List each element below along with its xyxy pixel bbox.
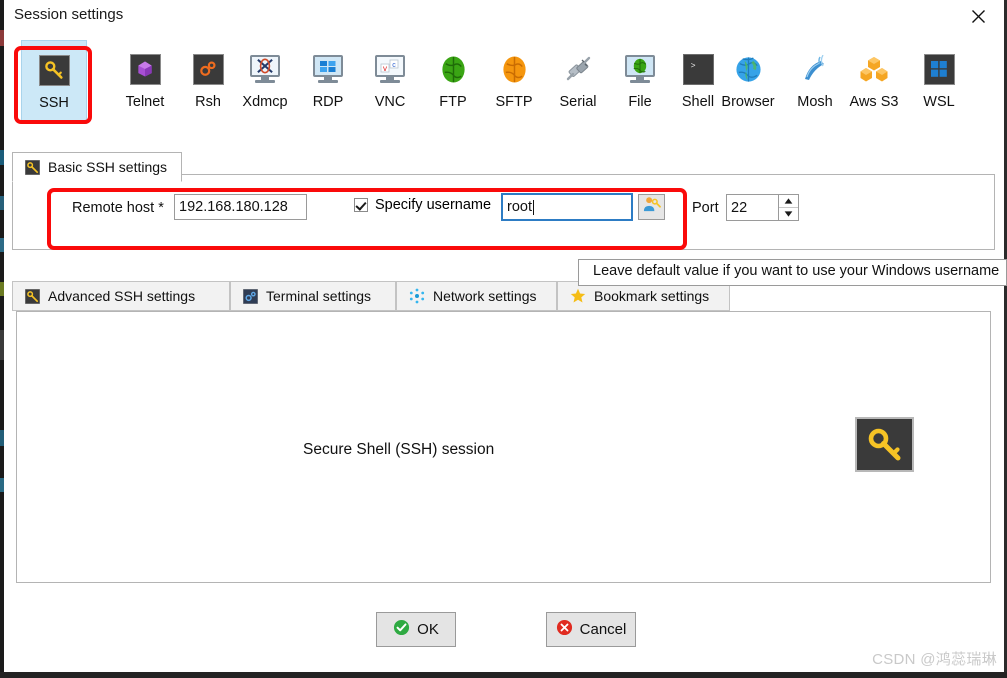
port-input[interactable]: 22: [726, 194, 799, 221]
specify-username-label: Specify username: [375, 197, 492, 213]
protocol-vnc[interactable]: v c VNC: [357, 40, 423, 124]
protocol-browser[interactable]: Browser: [715, 40, 781, 124]
protocol-ftp[interactable]: FTP: [420, 40, 486, 124]
protocol-telnet[interactable]: Telnet: [112, 40, 178, 124]
protocol-wsl[interactable]: WSL: [906, 40, 972, 124]
cancel-button[interactable]: Cancel: [546, 612, 636, 647]
file-monitor-icon: [623, 52, 657, 86]
checkbox-box: [354, 198, 368, 212]
port-value: 22: [731, 199, 748, 216]
remote-host-input[interactable]: 192.168.180.128: [174, 194, 307, 220]
key-icon: [25, 288, 40, 304]
x-circle-icon: [556, 619, 573, 640]
svg-text:>: >: [691, 62, 696, 71]
port-label: Port: [692, 200, 719, 216]
tab-label: Advanced SSH settings: [48, 288, 196, 304]
protocol-label: VNC: [374, 94, 406, 110]
protocol-toolbar: SSH Telnet Rsh Xdmcp RDP v c VNC FTP SFT…: [7, 36, 1004, 128]
green-globe-icon: [436, 52, 470, 86]
terminal-settings-icon: [243, 288, 258, 304]
terminal-icon: >: [681, 52, 715, 86]
remote-host-value: 192.168.180.128: [179, 199, 288, 215]
svg-text:c: c: [392, 62, 396, 69]
ok-label: OK: [417, 621, 439, 638]
gem-icon: [128, 52, 162, 86]
protocol-label: Serial: [559, 94, 597, 110]
windows-monitor-icon: [311, 52, 345, 86]
username-input[interactable]: root: [501, 193, 633, 221]
user-key-button[interactable]: [638, 194, 665, 220]
x-monitor-icon: [248, 52, 282, 86]
protocol-mosh[interactable]: Mosh: [782, 40, 848, 124]
ok-button[interactable]: OK: [376, 612, 456, 647]
session-preview-panel: [16, 311, 991, 583]
tab-basic-ssh-settings[interactable]: Basic SSH settings: [12, 152, 183, 182]
satellite-icon: [798, 52, 832, 86]
tab-label: Terminal settings: [266, 288, 372, 304]
protocol-xdmcp[interactable]: Xdmcp: [232, 40, 298, 124]
text-caret: [533, 199, 534, 215]
protocol-aws-s3[interactable]: Aws S3: [841, 40, 907, 124]
orange-globe-icon: [497, 52, 531, 86]
protocol-label: Telnet: [125, 94, 165, 110]
basic-ssh-settings-panel: Remote host * 192.168.180.128 Specify us…: [12, 174, 995, 250]
protocol-label: WSL: [923, 94, 955, 110]
title-bar: Session settings: [7, 0, 1004, 32]
protocol-label: Browser: [721, 94, 775, 110]
protocol-sftp[interactable]: SFTP: [481, 40, 547, 124]
close-icon[interactable]: [955, 0, 1001, 32]
window-bottom-edge: [0, 672, 1007, 678]
tab-label: Bookmark settings: [594, 288, 710, 304]
key-icon: [855, 417, 914, 472]
protocol-label: Rsh: [195, 94, 221, 110]
svg-text:v: v: [383, 64, 387, 73]
windows-icon: [922, 52, 956, 86]
user-key-icon: [642, 195, 661, 219]
key-icon: [25, 159, 40, 175]
protocol-file[interactable]: File: [607, 40, 673, 124]
vnc-monitor-icon: v c: [373, 52, 407, 86]
username-tooltip: Leave default value if you want to use y…: [578, 259, 1007, 286]
username-value: root: [507, 199, 532, 215]
protocol-ssh[interactable]: SSH: [21, 40, 87, 124]
session-settings-dialog: Session settings SSH Telnet Rsh Xdmcp RD…: [0, 0, 1007, 678]
serial-plug-icon: [561, 52, 595, 86]
protocol-label: FTP: [439, 94, 467, 110]
protocol-label: Mosh: [797, 94, 833, 110]
aws-s3-icon: [857, 52, 891, 86]
caret-down-icon[interactable]: [779, 208, 798, 220]
tab-label: Network settings: [433, 288, 537, 304]
star-icon: [570, 288, 586, 304]
watermark: CSDN @鸿蕊瑞琳: [872, 651, 997, 668]
protocol-label: File: [628, 94, 652, 110]
key-icon: [37, 53, 71, 87]
tab-advanced-ssh-settings[interactable]: Advanced SSH settings: [12, 281, 230, 311]
remote-host-label: Remote host *: [72, 200, 164, 216]
protocol-label: Aws S3: [849, 94, 899, 110]
tab-label: Basic SSH settings: [48, 159, 168, 175]
caret-up-icon[interactable]: [779, 195, 798, 208]
cancel-label: Cancel: [579, 621, 627, 638]
page-title: Session settings: [14, 6, 124, 23]
protocol-rdp[interactable]: RDP: [295, 40, 361, 124]
tab-network-settings[interactable]: Network settings: [396, 281, 557, 311]
protocol-label: SSH: [39, 95, 69, 111]
blue-globe-icon: [731, 52, 765, 86]
protocol-serial[interactable]: Serial: [545, 40, 611, 124]
protocol-label: Xdmcp: [242, 94, 288, 110]
check-circle-icon: [393, 619, 410, 640]
gears-icon: [191, 52, 225, 86]
port-stepper[interactable]: [778, 195, 798, 220]
protocol-label: Shell: [681, 94, 715, 110]
protocol-label: RDP: [312, 94, 344, 110]
tab-terminal-settings[interactable]: Terminal settings: [230, 281, 396, 311]
session-caption: Secure Shell (SSH) session: [303, 441, 495, 458]
network-nodes-icon: [409, 288, 425, 304]
tooltip-text: Leave default value if you want to use y…: [593, 263, 1000, 279]
protocol-label: SFTP: [495, 94, 533, 110]
specify-username-checkbox[interactable]: Specify username: [354, 197, 491, 213]
